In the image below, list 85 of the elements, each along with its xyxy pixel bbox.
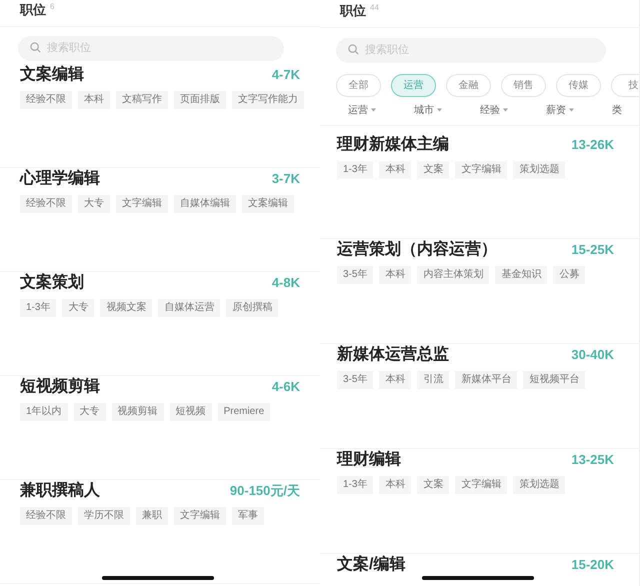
section-title: 职位	[340, 2, 366, 20]
salary: 90-150元/天	[230, 482, 300, 500]
job-title[interactable]: 文案策划	[20, 272, 84, 294]
job-tag: 3-5年	[337, 371, 374, 389]
job-tag: 兼职	[136, 507, 168, 525]
job-tag: 短视频	[170, 403, 212, 421]
salary: 15-25K	[571, 241, 614, 260]
category-chip[interactable]: 全部	[336, 74, 381, 97]
job-tag: 文案	[417, 161, 450, 179]
job-tag: 策划选题	[513, 476, 566, 494]
job-tag: 文字编辑	[116, 195, 168, 213]
job-tag: 军事	[232, 507, 264, 525]
job-title[interactable]: 新媒体运营总监	[337, 344, 449, 366]
job-tag: 文字写作能力	[232, 91, 304, 109]
category-chip[interactable]: 传媒	[556, 74, 601, 97]
job-tag: 经验不限	[20, 507, 72, 525]
job-title[interactable]: 理财新媒体主编	[337, 134, 449, 156]
salary: 4-7K	[272, 66, 300, 84]
job-tag: 原创撰稿	[226, 299, 278, 317]
job-count: 6	[50, 1, 54, 13]
job-tag: 新媒体平台	[455, 371, 518, 389]
job-tag: 本科	[78, 91, 110, 109]
category-chip[interactable]: 销售	[501, 74, 546, 97]
job-tag: 1-3年	[20, 299, 56, 317]
job-tag: 内容主体策划	[417, 266, 490, 284]
section-title: 职位	[20, 1, 46, 19]
job-tag: 3-5年	[337, 266, 374, 284]
job-tag: 本科	[379, 266, 412, 284]
job-tag: 1-3年	[337, 161, 374, 179]
salary: 13-26K	[571, 136, 614, 154]
salary: 15-20K	[571, 556, 614, 574]
job-title[interactable]: 心理学编辑	[20, 168, 100, 190]
search-icon	[30, 42, 41, 53]
job-tag: 文字编辑	[174, 507, 226, 525]
job-tag: 文案编辑	[242, 195, 294, 213]
salary: 4-6K	[272, 378, 300, 396]
job-tag: 引流	[417, 371, 450, 389]
salary: 13-25K	[571, 451, 614, 470]
filter-dropdown[interactable]: 运营	[348, 102, 376, 118]
salary: 3-7K	[272, 170, 300, 188]
job-tag: 视频剪辑	[112, 403, 164, 421]
job-tag: 本科	[379, 161, 412, 179]
job-tag: 经验不限	[20, 195, 72, 213]
filter-dropdown[interactable]: 经验	[480, 102, 508, 118]
job-tag: 大专	[62, 299, 94, 317]
salary: 30-40K	[571, 346, 614, 364]
job-tag: 学历不限	[78, 507, 130, 525]
job-tag: 文稿写作	[116, 91, 168, 109]
job-tag: 文字编辑	[455, 476, 508, 494]
job-title[interactable]: 文案编辑	[20, 64, 84, 86]
job-tag: 大专	[74, 403, 106, 421]
category-chip[interactable]: 金融	[446, 74, 491, 97]
job-tag: 文案	[417, 476, 450, 494]
salary: 4-8K	[272, 274, 300, 292]
job-tag: 短视频平台	[523, 371, 586, 389]
job-tag: 经验不限	[20, 91, 72, 109]
job-tag: 本科	[379, 476, 412, 494]
job-tag: 1-3年	[337, 476, 374, 494]
filter-dropdown[interactable]: 城市	[414, 102, 442, 118]
filter-dropdown[interactable]: 薪资	[546, 102, 574, 118]
job-title[interactable]: 文案/编辑	[337, 554, 406, 576]
job-tag: 1年以内	[20, 403, 68, 421]
job-title[interactable]: 短视频剪辑	[20, 376, 100, 398]
caret-icon	[503, 108, 508, 112]
job-tag: Premiere	[218, 403, 270, 421]
job-tag: 文字编辑	[455, 161, 508, 179]
job-count: 44	[370, 2, 379, 14]
job-tag: 本科	[379, 371, 412, 389]
job-tag: 视频文案	[100, 299, 152, 317]
job-tag: 页面排版	[174, 91, 226, 109]
job-tag: 大专	[78, 195, 110, 213]
caret-icon	[437, 108, 442, 112]
job-tag: 自媒体编辑	[174, 195, 236, 213]
category-chip[interactable]: 技	[611, 74, 639, 97]
job-title[interactable]: 运营策划（内容运营）	[337, 239, 497, 261]
job-tag: 自媒体运营	[158, 299, 220, 317]
job-title[interactable]: 兼职撰稿人	[20, 480, 100, 502]
job-tag: 公募	[553, 266, 586, 284]
job-tag: 策划选题	[513, 161, 566, 179]
filter-dropdown[interactable]: 类	[612, 102, 622, 118]
search-icon	[348, 44, 359, 55]
job-tag: 基金知识	[495, 266, 548, 284]
caret-icon	[569, 108, 574, 112]
job-title[interactable]: 理财编辑	[337, 449, 401, 471]
caret-icon	[371, 108, 376, 112]
